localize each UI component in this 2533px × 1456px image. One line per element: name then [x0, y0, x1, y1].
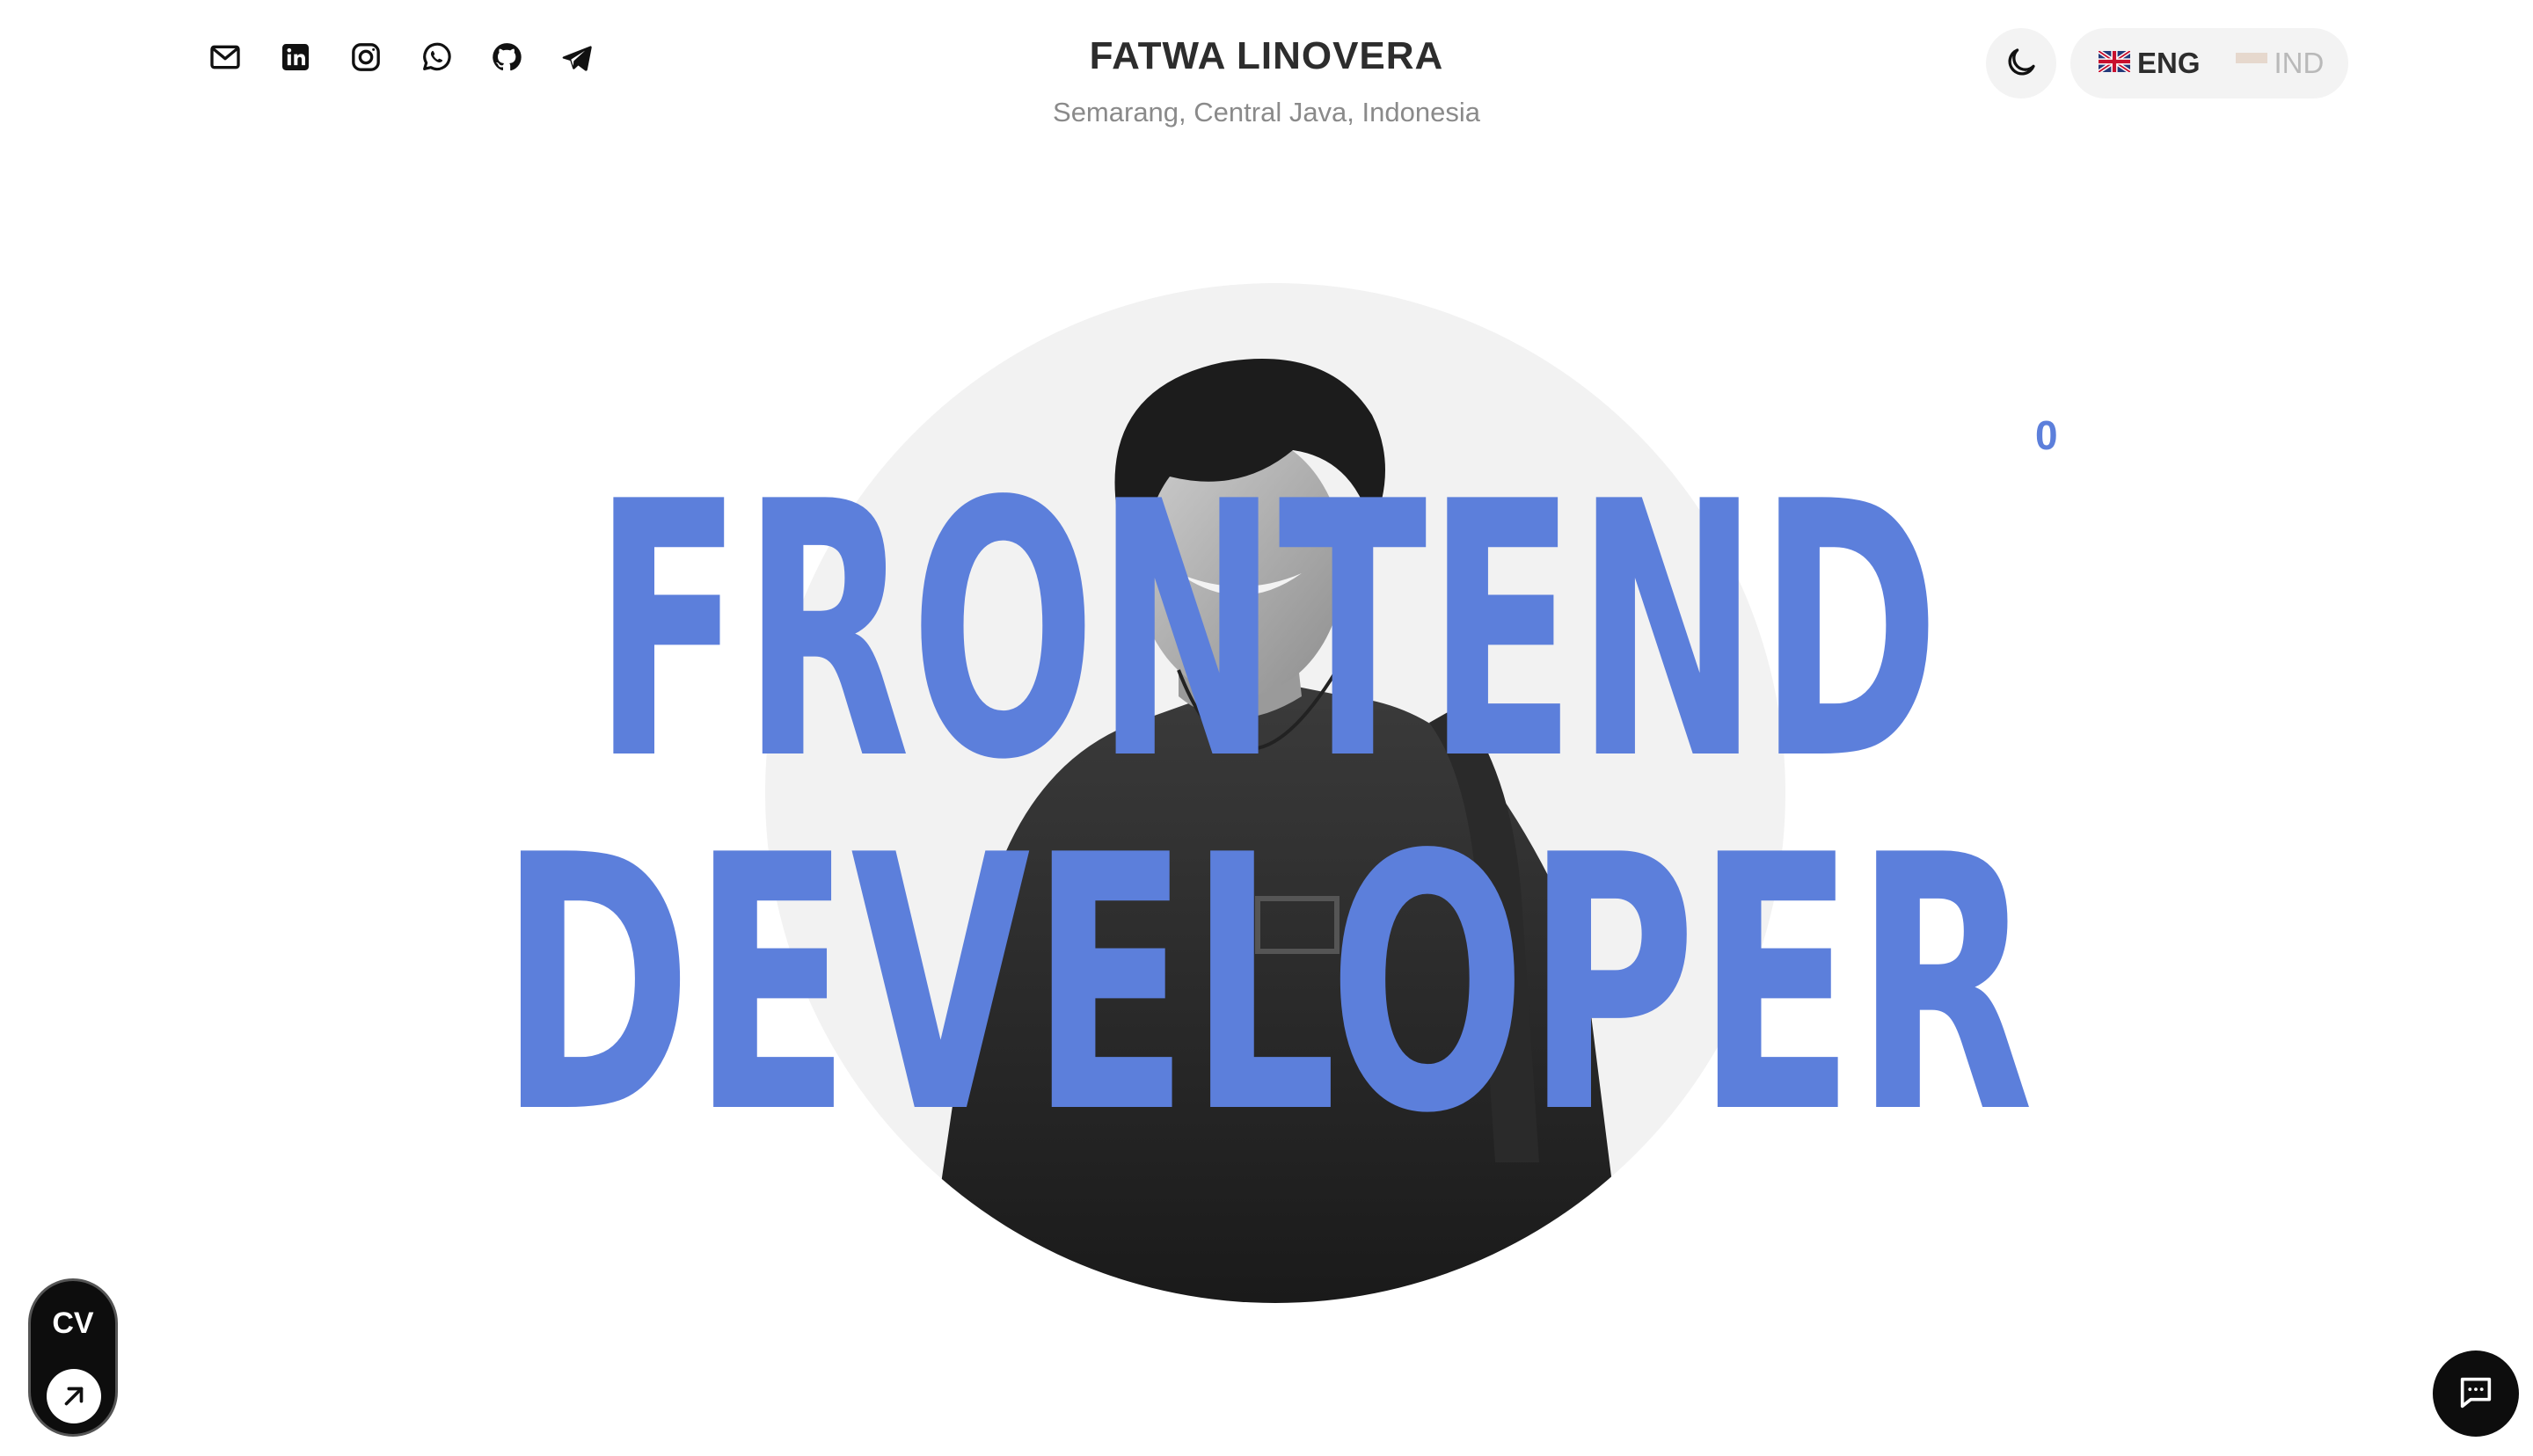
indonesia-flag-icon [2235, 53, 2267, 74]
site-location: Semarang, Central Java, Indonesia [1053, 97, 1480, 127]
hero-counter: 0 [2035, 412, 2058, 458]
theme-toggle-button[interactable] [1986, 28, 2056, 98]
language-option-eng[interactable]: ENG [2097, 28, 2201, 98]
uk-flag-icon [2097, 48, 2137, 76]
language-option-ind[interactable]: IND [2235, 28, 2325, 98]
chat-icon [2456, 1372, 2496, 1416]
arrow-up-right-icon [47, 1369, 101, 1423]
cv-label: CV [52, 1307, 94, 1340]
headline-developer: DEVELOPER [499, 782, 2034, 1190]
cv-download-button[interactable]: CV [28, 1278, 118, 1437]
language-label-ind: IND [2274, 47, 2325, 79]
chat-button[interactable] [2433, 1350, 2519, 1437]
moon-icon [2003, 44, 2040, 84]
headline-frontend: FRONTEND [593, 428, 1940, 837]
language-label-eng: ENG [2137, 47, 2201, 79]
language-switcher: ENG IND [2070, 28, 2348, 98]
